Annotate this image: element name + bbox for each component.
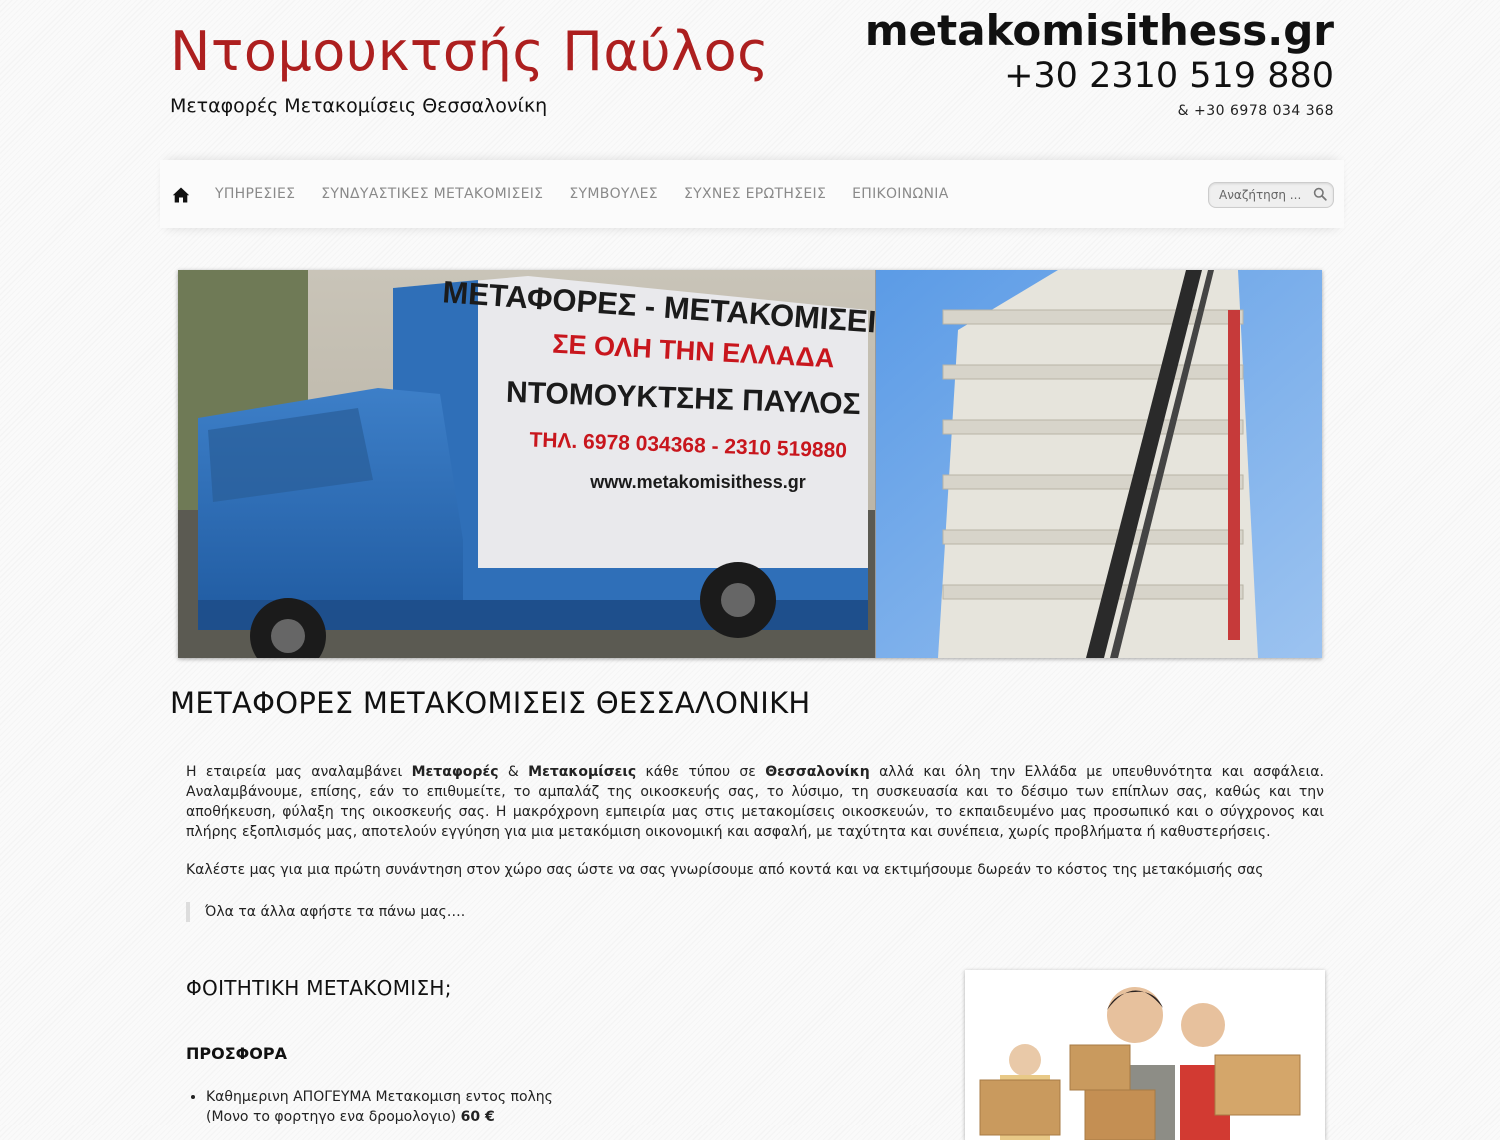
- truck-sign-line5: www.metakomisithess.gr: [589, 472, 805, 492]
- intro-paragraph: Η εταιρεία μας αναλαμβάνει Μεταφορές & Μ…: [186, 764, 1324, 840]
- site-domain: metakomisithess.gr: [864, 6, 1334, 55]
- nav-item-contact[interactable]: ΕΠΙΚΟΙΝΩΝΙΑ: [852, 186, 948, 202]
- hero-image: ΜΕΤΑΦΟΡΕΣ - ΜΕΤΑΚΟΜΙΣΕΙΣ ΣΕ ΟΛΗ ΤΗΝ ΕΛΛΑ…: [178, 270, 1322, 658]
- nav-item-tips[interactable]: ΣΥΜΒΟΥΛΕΣ: [569, 186, 658, 202]
- hero-banner: ΜΕΤΑΦΟΡΕΣ - ΜΕΤΑΚΟΜΙΣΕΙΣ ΣΕ ΟΛΗ ΤΗΝ ΕΛΛΑ…: [178, 270, 1322, 658]
- nav-item-combined-moves[interactable]: ΣΥΝΔΥΑΣΤΙΚΕΣ ΜΕΤΑΚΟΜΙΣΕΙΣ: [321, 186, 543, 202]
- search-box: [1208, 182, 1334, 208]
- phone-secondary: & +30 6978 034 368: [1177, 103, 1334, 119]
- quote-block: Όλα τα άλλα αφήστε τα πάνω μας….: [186, 902, 465, 922]
- call-to-action-text: Καλέστε μας για μια πρώτη συνάντηση στον…: [186, 862, 1264, 878]
- nav-item-faq[interactable]: ΣΥΧΝΕΣ ΕΡΩΤΗΣΕΙΣ: [684, 186, 826, 202]
- home-icon[interactable]: [172, 186, 190, 204]
- apartment-building: [938, 270, 1258, 658]
- main-navbar: ΥΠΗΡΕΣΙΕΣ ΣΥΝΔΥΑΣΤΙΚΕΣ ΜΕΤΑΚΟΜΙΣΕΙΣ ΣΥΜΒ…: [160, 160, 1344, 228]
- search-icon[interactable]: [1313, 187, 1327, 201]
- phone-main: +30 2310 519 880: [1004, 56, 1334, 96]
- site-subtitle: Μεταφορές Μετακομίσεις Θεσσαλονίκη: [170, 95, 548, 117]
- students-photo: [965, 970, 1325, 1140]
- nav-menu: ΥΠΗΡΕΣΙΕΣ ΣΥΝΔΥΑΣΤΙΚΕΣ ΜΕΤΑΚΟΜΙΣΕΙΣ ΣΥΜΒ…: [215, 160, 975, 228]
- search-input[interactable]: [1219, 186, 1303, 204]
- offer-heading: ΠΡΟΣΦΟΡΑ: [186, 1044, 287, 1063]
- student-move-heading: ΦΟΙΤΗΤΙΚΗ ΜΕΤΑΚΟΜΙΣΗ;: [186, 976, 452, 1000]
- nav-item-services[interactable]: ΥΠΗΡΕΣΙΕΣ: [215, 186, 295, 202]
- offer-list: Καθημερινη ΑΠΟΓΕΥΜΑ Μετακομιση εντος πολ…: [186, 1087, 553, 1127]
- list-item: Καθημερινη ΑΠΟΓΕΥΜΑ Μετακομιση εντος πολ…: [206, 1087, 553, 1127]
- offer-price: 60 €: [460, 1109, 495, 1125]
- site-title[interactable]: Ντομουκτσής Παύλος: [170, 20, 769, 84]
- page-title: ΜΕΤΑΦΟΡΕΣ ΜΕΤΑΚΟΜΙΣΕΙΣ ΘΕΣΣΑΛΟΝΙΚΗ: [170, 686, 811, 720]
